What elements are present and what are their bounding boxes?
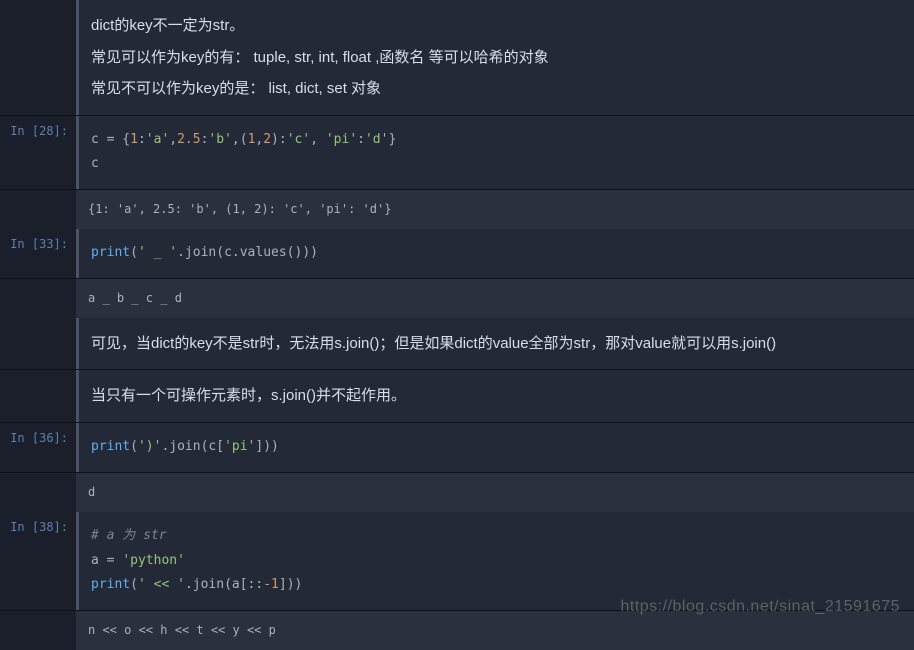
markdown-line: 常见不可以作为key的是： list, dict, set 对象 [91,73,902,105]
prompt-empty [0,611,76,650]
markdown-content: 可见，当dict的key不是str时，无法用s.join()；但是如果dict的… [76,318,914,370]
markdown-content: 当只有一个可操作元素时，s.join()并不起作用。 [76,370,914,422]
output-row: n << o << h << t << y << p [0,611,914,650]
code-line: c = {1:'a',2.5:'b',(1,2):'c', 'pi':'d'} [91,128,902,153]
input-prompt: In [36]: [0,423,76,472]
prompt-empty [0,318,76,370]
code-cell[interactable]: In [38]: # a 为 str a = 'python' print(' … [0,512,914,611]
code-line: c [91,152,902,177]
code-line: a = 'python' [91,549,902,574]
code-line: print(' << '.join(a[::-1])) [91,573,902,598]
code-cell[interactable]: In [36]: print(')'.join(c['pi'])) [0,423,914,473]
markdown-content: dict的key不一定为str。 常见可以作为key的有： tuple, str… [76,0,914,115]
markdown-line: 可见，当dict的key不是str时，无法用s.join()；但是如果dict的… [91,328,902,360]
code-line: print(' _ '.join(c.values())) [91,241,902,266]
markdown-cell[interactable]: dict的key不一定为str。 常见可以作为key的有： tuple, str… [0,0,914,116]
prompt-empty [0,279,76,318]
markdown-line: 当只有一个可操作元素时，s.join()并不起作用。 [91,380,902,412]
output-text: d [76,473,914,512]
output-text: a _ b _ c _ d [76,279,914,318]
output-row: d [0,473,914,512]
prompt-empty [0,0,76,115]
input-prompt: In [38]: [0,512,76,610]
markdown-cell[interactable]: 可见，当dict的key不是str时，无法用s.join()；但是如果dict的… [0,318,914,371]
markdown-cell[interactable]: 当只有一个可操作元素时，s.join()并不起作用。 [0,370,914,423]
code-cell[interactable]: In [28]: c = {1:'a',2.5:'b',(1,2):'c', '… [0,116,914,190]
markdown-line: 常见可以作为key的有： tuple, str, int, float ,函数名… [91,42,902,74]
code-line: print(')'.join(c['pi'])) [91,435,902,460]
output-row: a _ b _ c _ d [0,279,914,318]
notebook-root: dict的key不一定为str。 常见可以作为key的有： tuple, str… [0,0,914,650]
code-cell[interactable]: In [33]: print(' _ '.join(c.values())) [0,229,914,279]
output-row: {1: 'a', 2.5: 'b', (1, 2): 'c', 'pi': 'd… [0,190,914,229]
input-prompt: In [33]: [0,229,76,278]
input-prompt: In [28]: [0,116,76,189]
code-input-area[interactable]: print(')'.join(c['pi'])) [76,423,914,472]
output-text: n << o << h << t << y << p [76,611,914,650]
prompt-empty [0,370,76,422]
output-text: {1: 'a', 2.5: 'b', (1, 2): 'c', 'pi': 'd… [76,190,914,229]
code-input-area[interactable]: # a 为 str a = 'python' print(' << '.join… [76,512,914,610]
markdown-line: dict的key不一定为str。 [91,10,902,42]
code-input-area[interactable]: print(' _ '.join(c.values())) [76,229,914,278]
prompt-empty [0,190,76,229]
prompt-empty [0,473,76,512]
code-line-comment: # a 为 str [91,524,902,549]
code-input-area[interactable]: c = {1:'a',2.5:'b',(1,2):'c', 'pi':'d'} … [76,116,914,189]
